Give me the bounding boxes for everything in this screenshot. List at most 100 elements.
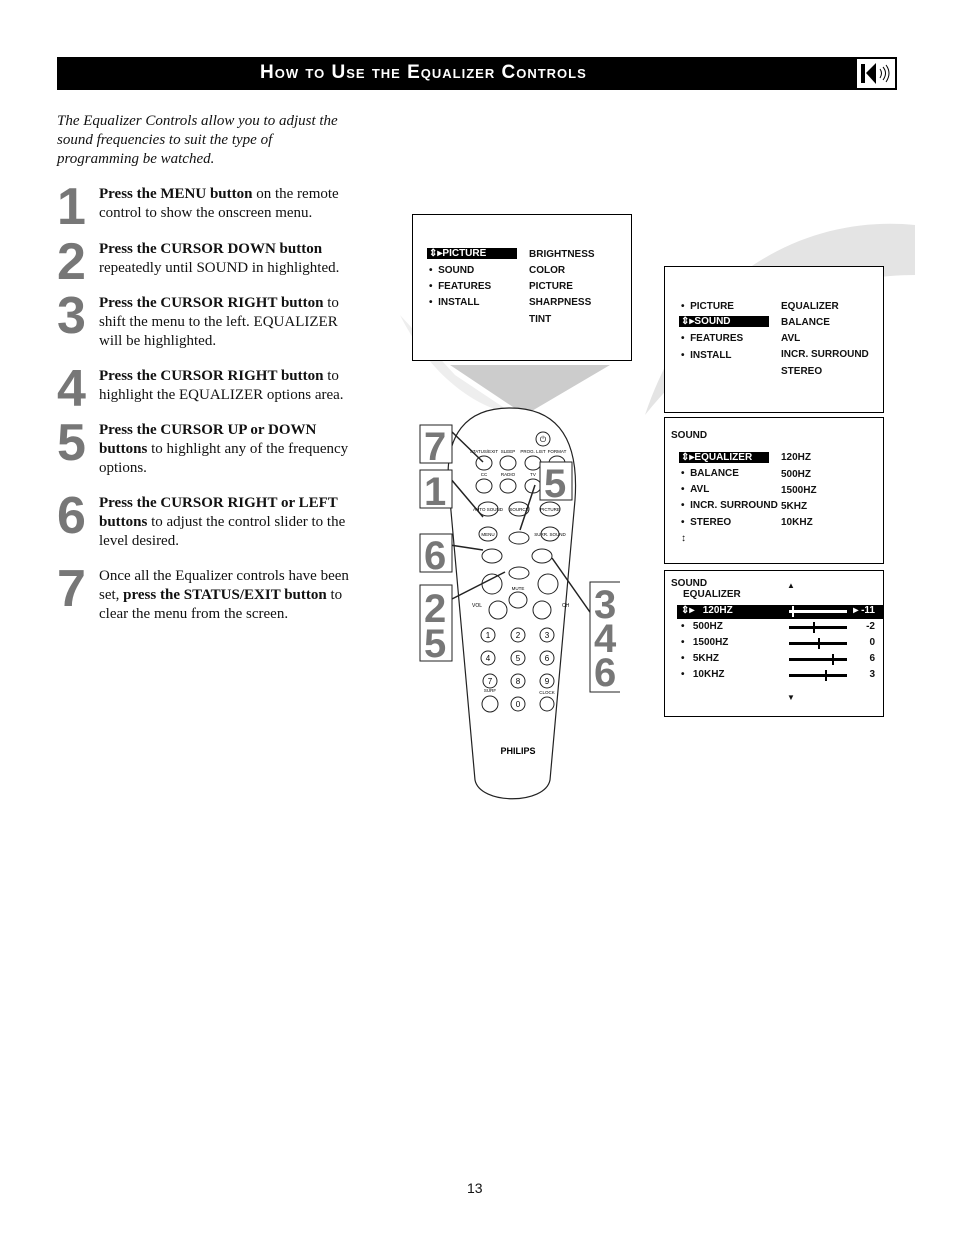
menu-item-sound: SOUND [694, 316, 731, 327]
step-number: 7 [57, 560, 86, 618]
eq-slider-thumb[interactable] [813, 622, 816, 633]
submenu-item: PICTURE [529, 281, 573, 292]
surr-sound-button-label: SURR. SOUND [534, 532, 566, 537]
mute-button-label: MUTE [512, 586, 525, 591]
ch-down-button[interactable] [532, 600, 552, 620]
remote-btn-3-label: FORMAT [548, 449, 567, 454]
step-number: 2 [57, 233, 86, 291]
step-number: 1 [57, 178, 86, 236]
cursor-up-button[interactable] [508, 531, 530, 545]
callout-6: 6 [424, 534, 446, 578]
step-text: Press the CURSOR RIGHT button to highlig… [99, 367, 351, 405]
step-text-bold: Press the MENU button [99, 186, 253, 202]
surf-button[interactable] [481, 695, 499, 713]
submenu-item: STEREO [781, 366, 823, 377]
ch-label: CH [562, 603, 570, 609]
submenu-item: TINT [529, 314, 552, 325]
remote-btn-1-label: SLEEP [501, 449, 516, 454]
eq-slider[interactable] [789, 610, 847, 613]
page-title: How to Use the Equalizer Controls [260, 62, 587, 83]
eq-slider-thumb[interactable] [832, 654, 835, 665]
step-text: Press the CURSOR RIGHT button to shift t… [99, 294, 351, 351]
scroll-indicator-icon: ↕ [681, 533, 686, 544]
submenu-item: EQUALIZER [781, 301, 839, 312]
surf-button-label: SURF [484, 688, 497, 693]
remote-btn-1[interactable] [499, 455, 517, 471]
onscreen-menu-equalizer: SOUND ⇕▸EQUALIZER • BALANCE • AVL • INCR… [664, 417, 884, 564]
arrow-up-icon: ▲ [787, 581, 795, 590]
digit-button-8-label: 8 [516, 677, 521, 686]
arrow-down-icon: ▼ [787, 693, 795, 702]
eq-slider[interactable] [789, 626, 847, 629]
page-number: 13 [467, 1180, 483, 1196]
submenu-item: 500HZ [781, 469, 812, 480]
step-text-bold: Press the CURSOR RIGHT button [99, 368, 324, 384]
digit-button-3-label: 3 [545, 631, 550, 640]
menu-item-picture: PICTURE [442, 248, 487, 259]
menu-subtitle: EQUALIZER [683, 589, 741, 600]
menu-item-features: FEATURES [438, 281, 492, 292]
callout-5-top: 5 [544, 462, 566, 506]
menu-item-install: INSTALL [690, 350, 732, 361]
callout-1: 1 [424, 470, 446, 514]
section-header: How to Use the Equalizer Controls [57, 57, 897, 90]
onscreen-menu-sound: • PICTURE ⇕▸SOUND • FEATURES • INSTALL E… [664, 266, 884, 413]
step-text-rest: repeatedly until SOUND in highlighted. [99, 260, 340, 276]
speaker-sound-icon [856, 58, 896, 89]
remote-control: ⏻ STATUS/EXIT SLEEP PROG. LIST FORMATCC RADI… [419, 407, 620, 800]
callout-5: 5 [424, 622, 446, 666]
submenu-item: 120HZ [781, 452, 812, 463]
vol-up-button[interactable] [481, 573, 503, 595]
eq-slider-thumb[interactable] [825, 670, 828, 681]
menu-title: SOUND [671, 578, 708, 589]
clock-button-label: CLOCK [539, 690, 555, 695]
eq-slider-thumb[interactable] [791, 606, 794, 617]
submenu-item: 1500HZ [781, 485, 817, 496]
menu-button-label: MENU [481, 532, 494, 537]
digit-button-4-label: 4 [486, 654, 491, 663]
band-value: 6 [869, 653, 875, 664]
callout-7: 7 [424, 425, 446, 469]
digit-button-9-label: 9 [545, 677, 550, 686]
menu-item-picture: PICTURE [690, 301, 734, 312]
eq-slider[interactable] [789, 658, 847, 661]
submenu-item: SHARPNESS [529, 297, 592, 308]
menu-item-balance: BALANCE [690, 468, 739, 479]
step-text: Press the CURSOR RIGHT or LEFT buttons t… [99, 494, 351, 551]
step-text-bold: Press the CURSOR RIGHT button [99, 295, 324, 311]
submenu-item: AVL [781, 333, 801, 344]
callout-6-right: 6 [594, 651, 616, 695]
band-label: 120HZ [702, 605, 733, 616]
vol-down-button[interactable] [488, 600, 508, 620]
ch-up-button[interactable] [537, 573, 559, 595]
eq-slider[interactable] [789, 674, 847, 677]
digit-button-5-label: 5 [516, 654, 521, 663]
remote-btn-4-label: CC [481, 472, 488, 477]
clock-button[interactable] [539, 696, 555, 712]
band-label: 1500HZ [692, 637, 729, 648]
onscreen-menu-main: ⇕▸PICTURE • SOUND • FEATURES • INSTALL B… [412, 214, 632, 361]
remote-btn-2-label: PROG. LIST [520, 449, 546, 454]
step-number: 6 [57, 487, 86, 545]
remote-btn-5[interactable] [499, 478, 517, 494]
step-text: Once all the Equalizer controls have bee… [99, 567, 351, 624]
cursor-right-button[interactable] [531, 548, 553, 564]
submenu-item: 5KHZ [781, 501, 808, 512]
onscreen-menu-equalizer-sliders: SOUND EQUALIZER ▲ ▼ ⇕▸ 120HZ ▸ -11 • 500HZ… [664, 570, 884, 717]
eq-slider-thumb[interactable] [818, 638, 820, 649]
step-number: 4 [57, 360, 86, 418]
cursor-left-button[interactable] [481, 548, 503, 564]
cursor-down-button[interactable] [508, 566, 530, 580]
remote-btn-2[interactable] [524, 455, 542, 471]
band-label: 500HZ [692, 621, 723, 632]
step-text-bold: Press the CURSOR DOWN button [99, 241, 323, 257]
menu-item-features: FEATURES [690, 333, 744, 344]
band-value: -11 [861, 605, 875, 616]
menu-item-install: INSTALL [438, 297, 480, 308]
digit-button-7-label: 7 [488, 677, 493, 686]
band-value: 3 [869, 669, 875, 680]
mute-button[interactable] [508, 591, 528, 609]
menu-item-stereo: STEREO [690, 517, 732, 528]
remote-btn-4[interactable] [475, 478, 493, 494]
submenu-item: COLOR [529, 265, 566, 276]
